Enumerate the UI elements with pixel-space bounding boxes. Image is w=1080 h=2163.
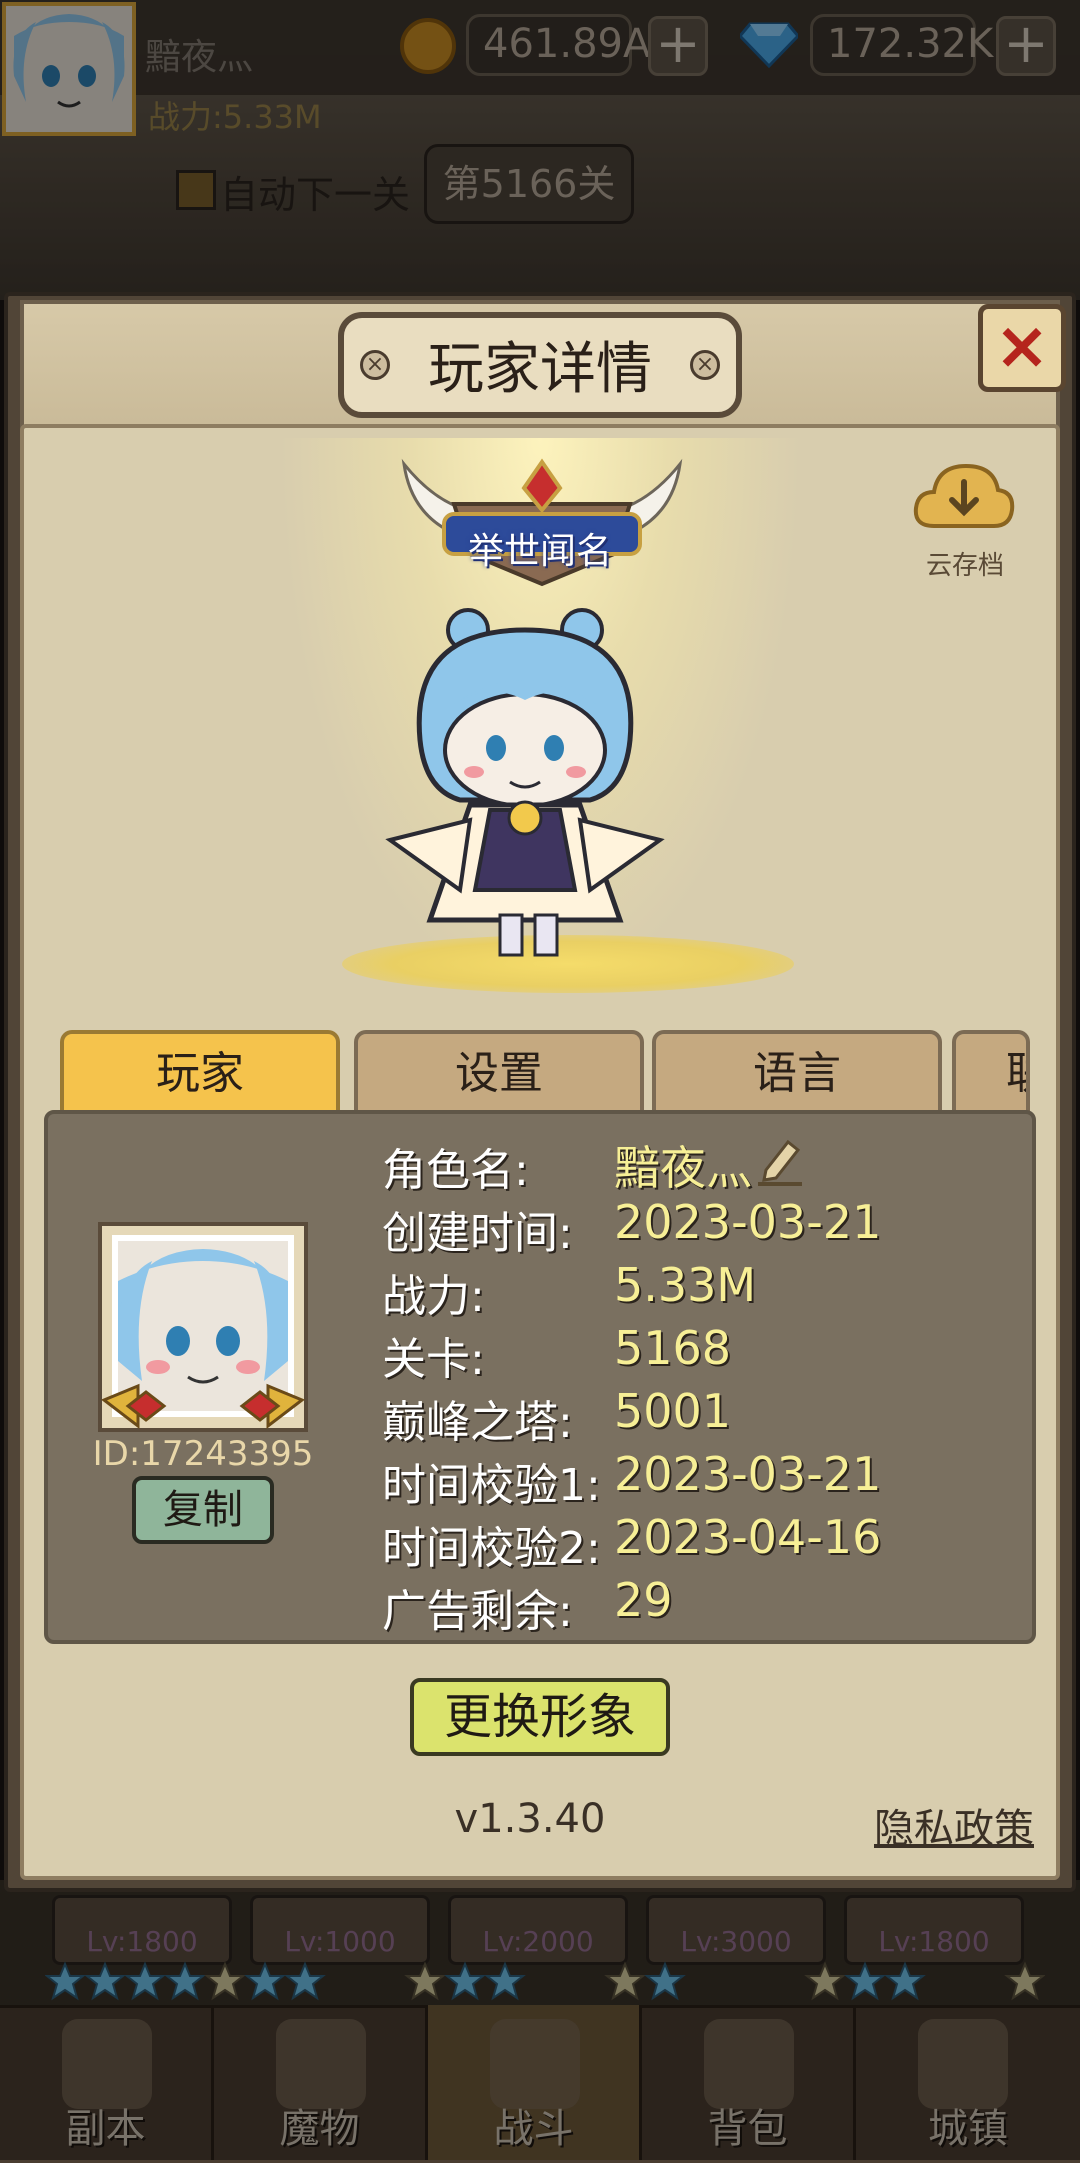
row-label-time-check-2: 时间校验2: bbox=[382, 1523, 601, 1574]
change-appearance-button[interactable]: 更换形象 bbox=[410, 1678, 670, 1756]
row-label-power: 战力: bbox=[382, 1271, 485, 1322]
close-button[interactable]: × bbox=[978, 304, 1066, 392]
row-label-ads-remaining: 广告剩余: bbox=[382, 1586, 573, 1637]
copy-id-button[interactable]: 复制 bbox=[132, 1476, 274, 1544]
row-label-tower: 巅峰之塔: bbox=[382, 1397, 573, 1448]
tab-player[interactable]: 玩家 bbox=[60, 1030, 340, 1114]
privacy-policy-link[interactable]: 隐私政策 bbox=[874, 1796, 1034, 1854]
row-value-ads-remaining: 29 bbox=[614, 1573, 673, 1627]
title-badge-text: 举世闻名 bbox=[467, 531, 612, 572]
cloud-save-label[interactable]: 云存档 bbox=[905, 545, 1025, 582]
modal-title: 玩家详情 bbox=[428, 337, 652, 402]
row-label-created: 创建时间: bbox=[382, 1208, 573, 1259]
row-value-tower: 5001 bbox=[614, 1384, 732, 1438]
row-label-name: 角色名: bbox=[382, 1145, 529, 1196]
cloud-download-icon[interactable] bbox=[912, 460, 1016, 532]
edit-name-icon[interactable] bbox=[752, 1132, 808, 1188]
hero-character-sprite bbox=[385, 608, 665, 957]
row-value-time-check-2: 2023-04-16 bbox=[614, 1510, 882, 1564]
version-label: v1.3.40 bbox=[454, 1796, 606, 1842]
tab-contact[interactable]: 联 bbox=[952, 1030, 1030, 1114]
tab-settings[interactable]: 设置 bbox=[354, 1030, 644, 1114]
tab-language[interactable]: 语言 bbox=[652, 1030, 942, 1114]
row-value-power: 5.33M bbox=[614, 1258, 757, 1312]
row-label-stage: 关卡: bbox=[382, 1334, 485, 1385]
row-value-created: 2023-03-21 bbox=[614, 1195, 882, 1249]
profile-frame-ornament-icon bbox=[101, 1383, 305, 1430]
player-id: ID:17243395 bbox=[92, 1434, 314, 1474]
row-label-time-check-1: 时间校验1: bbox=[382, 1460, 601, 1511]
row-value-time-check-1: 2023-03-21 bbox=[614, 1447, 882, 1501]
row-value-name: 黯夜灬 bbox=[614, 1141, 752, 1195]
row-value-stage: 5168 bbox=[614, 1321, 732, 1375]
